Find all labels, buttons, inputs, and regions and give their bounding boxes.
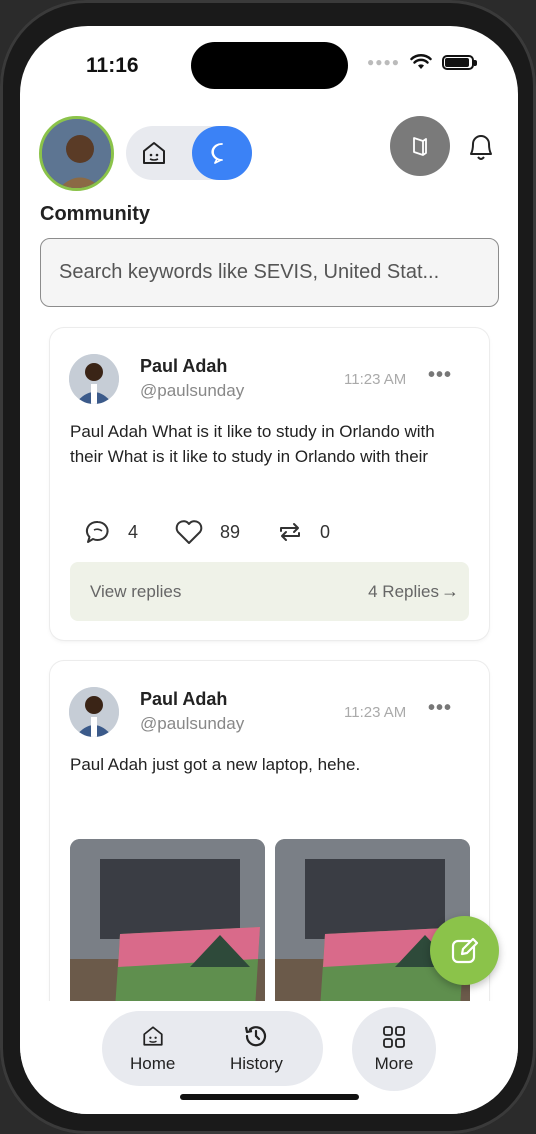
post-image[interactable] [70, 839, 265, 1019]
comment-icon [85, 520, 109, 543]
post-actions: 4 89 0 [84, 518, 366, 546]
profile-avatar[interactable] [39, 116, 114, 191]
like-button[interactable]: 89 [174, 518, 240, 546]
reply-count: 4 Replies [368, 582, 439, 601]
app-screen: 11:16 ●●●● Community Paul Adah @paulsund… [20, 26, 518, 1114]
post-card[interactable]: Paul Adah @paulsunday 11:23 AM ••• Paul … [50, 328, 489, 640]
author-avatar[interactable] [69, 354, 119, 404]
arrow-right-icon: → [441, 581, 459, 601]
nav-home-label: Home [130, 1054, 176, 1073]
heart-icon [175, 520, 203, 544]
home-icon[interactable] [138, 137, 170, 169]
more-dots-icon[interactable]: ••• [428, 697, 452, 720]
edit-icon [451, 937, 478, 963]
status-time: 11:16 [86, 54, 139, 77]
post-time: 11:23 AM [344, 704, 407, 721]
wifi-icon [410, 54, 432, 69]
signal-icon: ●●●● [367, 55, 400, 69]
dynamic-island [191, 42, 348, 89]
post-text: Paul Adah just got a new laptop, hehe. [70, 755, 361, 774]
grid-icon [383, 1026, 405, 1048]
battery-icon [442, 54, 477, 70]
author-handle: @paulsunday [140, 381, 245, 400]
home-icon [143, 1026, 163, 1046]
history-icon [245, 1026, 267, 1047]
author-handle: @paulsunday [140, 714, 245, 733]
search-input[interactable] [40, 238, 499, 307]
nav-home[interactable]: Home [130, 1022, 175, 1074]
nav-more[interactable]: More [352, 1007, 436, 1091]
comment-count: 4 [128, 521, 139, 542]
post-time: 11:23 AM [344, 371, 407, 388]
book-icon [413, 137, 427, 156]
compose-button[interactable] [430, 916, 499, 985]
like-count: 89 [220, 521, 241, 542]
nav-history-label: History [230, 1054, 283, 1073]
post-text: Paul Adah What is it like to study in Or… [70, 422, 435, 466]
repost-count: 0 [320, 521, 331, 542]
view-replies-link[interactable]: View replies [90, 582, 181, 602]
status-icons: ●●●● [367, 54, 477, 70]
bottom-nav: Home History [102, 1011, 323, 1086]
guide-button[interactable] [390, 116, 450, 176]
more-dots-icon[interactable]: ••• [428, 364, 452, 387]
community-toggle-button[interactable] [192, 126, 252, 180]
repost-button[interactable]: 0 [276, 518, 330, 546]
comment-button[interactable]: 4 [84, 518, 138, 546]
chat-icon [211, 143, 223, 164]
bell-icon[interactable] [465, 128, 497, 164]
author-name[interactable]: Paul Adah [140, 689, 227, 710]
home-indicator [180, 1094, 359, 1100]
repost-icon [280, 523, 301, 541]
author-name[interactable]: Paul Adah [140, 356, 227, 377]
author-avatar[interactable] [69, 687, 119, 737]
view-replies-bar[interactable]: View replies 4 Replies → [70, 562, 469, 621]
nav-history[interactable]: History [230, 1022, 283, 1074]
view-toggle [126, 126, 252, 180]
nav-more-label: More [374, 1054, 414, 1073]
page-title: Community [40, 203, 150, 225]
